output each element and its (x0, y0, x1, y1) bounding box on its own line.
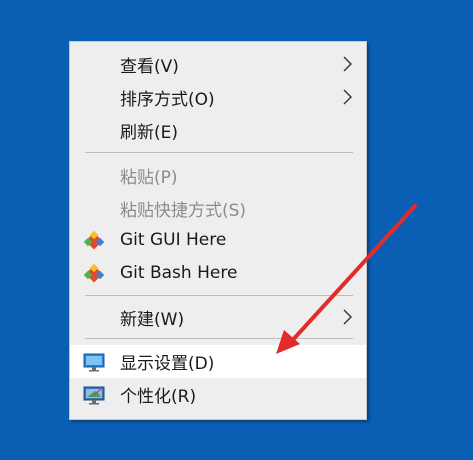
display-icon (83, 353, 105, 372)
chevron-right-icon (343, 56, 352, 72)
menu-item-personalize-label: 个性化(R) (120, 386, 197, 407)
menu-item-new-label: 新建(W) (120, 309, 185, 330)
menu-item-refresh[interactable]: 刷新(E) (70, 115, 366, 145)
menu-item-git-gui-here[interactable]: Git GUI Here (70, 225, 366, 255)
chevron-right-icon (343, 309, 352, 325)
menu-item-view-label: 查看(V) (120, 56, 179, 77)
menu-separator (85, 338, 353, 339)
menu-item-git-gui-here-label: Git GUI Here (120, 230, 227, 250)
menu-item-paste: 粘贴(P) (70, 160, 366, 190)
desktop-context-menu: 查看(V) 排序方式(O) 刷新(E) 粘贴(P) 粘贴快捷方式(S) Git … (69, 41, 367, 420)
menu-item-new[interactable]: 新建(W) (70, 302, 366, 332)
menu-separator (85, 295, 353, 296)
chevron-right-icon (343, 89, 352, 105)
menu-item-sort-by[interactable]: 排序方式(O) (70, 82, 366, 112)
menu-item-personalize[interactable]: 个性化(R) (70, 379, 366, 409)
menu-item-display-settings-label: 显示设置(D) (120, 354, 215, 374)
menu-item-paste-shortcut: 粘贴快捷方式(S) (70, 193, 366, 223)
menu-item-paste-shortcut-label: 粘贴快捷方式(S) (120, 200, 247, 221)
personalize-icon (83, 386, 105, 405)
menu-item-view[interactable]: 查看(V) (70, 49, 366, 79)
git-icon (83, 263, 105, 283)
menu-item-display-settings[interactable]: 显示设置(D) (70, 345, 366, 378)
menu-item-refresh-label: 刷新(E) (120, 122, 179, 143)
menu-item-git-bash-here-label: Git Bash Here (120, 263, 238, 283)
menu-item-git-bash-here[interactable]: Git Bash Here (70, 258, 366, 288)
menu-item-paste-label: 粘贴(P) (120, 167, 178, 188)
git-icon (83, 230, 105, 250)
menu-item-sort-by-label: 排序方式(O) (120, 89, 215, 110)
menu-separator (85, 152, 353, 153)
